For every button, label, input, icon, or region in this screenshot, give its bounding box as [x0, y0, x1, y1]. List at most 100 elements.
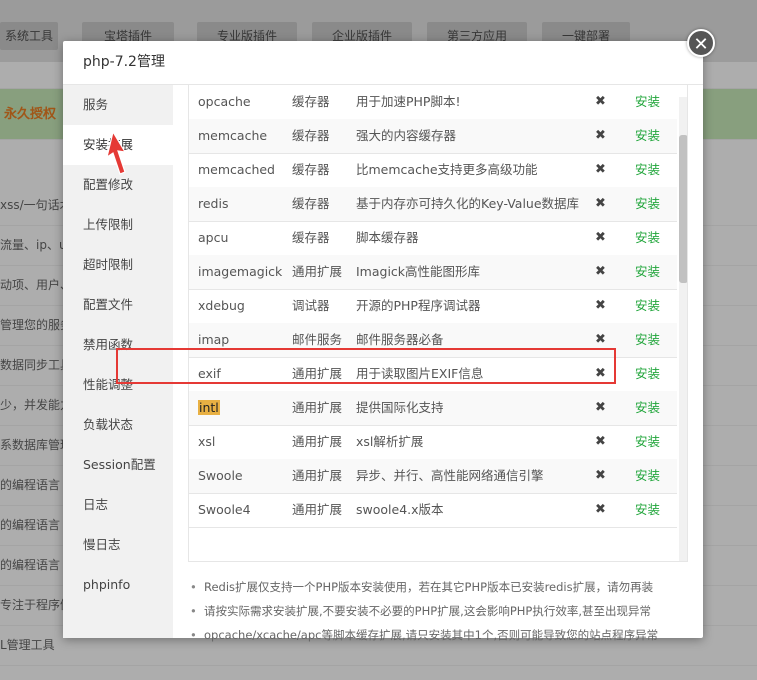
delete-icon[interactable]: ✖: [595, 357, 606, 391]
extension-name: Swoole4: [198, 493, 251, 527]
extension-description: 强大的内容缓存器: [356, 128, 457, 143]
table-row: imagemagick 通用扩展 Imagick高性能图形库 ✖ 安装: [189, 255, 677, 290]
extension-description: 基于内存亦可持久化的Key-Value数据库: [356, 196, 580, 211]
install-button[interactable]: 安装: [635, 425, 660, 459]
extension-type: 通用扩展: [292, 366, 343, 381]
table-scrollbar-thumb[interactable]: [679, 135, 687, 283]
extension-name-text: xdebug: [198, 298, 245, 313]
extension-type: 调试器: [292, 298, 330, 313]
notes-list: Redis扩展仅支持一个PHP版本安装使用，若在其它PHP版本已安装redis扩…: [188, 575, 698, 647]
extension-description: 用于读取图片EXIF信息: [356, 366, 484, 381]
extension-type: 通用扩展: [292, 400, 343, 415]
extension-name: memcache: [198, 119, 267, 153]
note-item: Redis扩展仅支持一个PHP版本安装使用，若在其它PHP版本已安装redis扩…: [188, 575, 698, 599]
sidebar-item[interactable]: 配置文件: [63, 285, 173, 325]
delete-icon[interactable]: ✖: [595, 323, 606, 357]
delete-icon[interactable]: ✖: [595, 153, 606, 187]
dialog-sidebar: 服务 安装扩展 配置修改 上传限制 超时限制 配置文件 禁用函数 性能调整 负载状态 Sessio…: [63, 85, 173, 638]
sidebar-item[interactable]: phpinfo: [63, 565, 173, 605]
delete-icon[interactable]: ✖: [595, 119, 606, 153]
install-button[interactable]: 安装: [635, 493, 660, 527]
table-row: xsl 通用扩展 xsl解析扩展 ✖ 安装: [189, 425, 677, 460]
table-row: intl 通用扩展 提供国际化支持 ✖ 安装: [189, 391, 677, 426]
sidebar-item[interactable]: 配置修改: [63, 165, 173, 205]
delete-icon[interactable]: ✖: [595, 187, 606, 221]
dialog-content: opcache 缓存器 用于加速PHP脚本! ✖ 安装 memcache 缓存器 强大的内容缓…: [173, 85, 703, 647]
delete-icon[interactable]: ✖: [595, 493, 606, 527]
delete-icon[interactable]: ✖: [595, 255, 606, 289]
extension-description: swoole4.x版本: [356, 502, 444, 517]
extension-name: exif: [198, 357, 221, 391]
extension-name: xdebug: [198, 289, 245, 323]
sidebar-item[interactable]: 性能调整: [63, 365, 173, 405]
sidebar-item[interactable]: 禁用函数: [63, 325, 173, 365]
extension-description: 异步、并行、高性能网络通信引擎: [356, 468, 544, 483]
sidebar-item[interactable]: 慢日志: [63, 525, 173, 565]
install-button[interactable]: 安装: [635, 153, 660, 187]
table-row: exif 通用扩展 用于读取图片EXIF信息 ✖ 安装: [189, 357, 677, 392]
extension-name-text: Swoole: [198, 468, 243, 483]
extension-type: 缓存器: [292, 196, 330, 211]
extension-name: memcached: [198, 153, 275, 187]
extension-type: 通用扩展: [292, 468, 343, 483]
extension-name-text: Swoole4: [198, 502, 251, 517]
sidebar-item[interactable]: 超时限制: [63, 245, 173, 285]
install-button[interactable]: 安装: [635, 289, 660, 323]
extension-description: 用于加速PHP脚本!: [356, 94, 461, 109]
extension-name: redis: [198, 187, 228, 221]
delete-icon[interactable]: ✖: [595, 85, 606, 119]
table-row: memcache 缓存器 强大的内容缓存器 ✖ 安装: [189, 119, 677, 154]
extension-name: xsl: [198, 425, 215, 459]
delete-icon[interactable]: ✖: [595, 425, 606, 459]
install-button[interactable]: 安装: [635, 459, 660, 493]
install-button[interactable]: 安装: [635, 85, 660, 119]
sidebar-item[interactable]: Session配置: [63, 445, 173, 485]
note-item: opcache/xcache/apc等脚本缓存扩展,请只安装其中1个,否则可能导…: [188, 623, 698, 647]
sidebar-item[interactable]: 负载状态: [63, 405, 173, 445]
table-row: opcache 缓存器 用于加速PHP脚本! ✖ 安装: [189, 85, 677, 120]
dialog-title: php-7.2管理: [63, 41, 703, 85]
extension-name-text: memcache: [198, 128, 268, 143]
install-button[interactable]: 安装: [635, 187, 660, 221]
delete-icon[interactable]: ✖: [595, 289, 606, 323]
extension-type: 通用扩展: [292, 502, 343, 517]
delete-icon[interactable]: ✖: [595, 221, 606, 255]
install-button[interactable]: 安装: [635, 357, 660, 391]
extension-name: imap: [198, 323, 229, 357]
table-row: xdebug 调试器 开源的PHP程序调试器 ✖ 安装: [189, 289, 677, 324]
install-button[interactable]: 安装: [635, 255, 660, 289]
extension-type: 通用扩展: [292, 434, 343, 449]
extension-name-text: redis: [198, 196, 229, 211]
extension-name: imagemagick: [198, 255, 282, 289]
extension-name-text: exif: [198, 366, 221, 381]
extension-name: apcu: [198, 221, 228, 255]
sidebar-item[interactable]: 安装扩展: [63, 125, 173, 165]
install-button[interactable]: 安装: [635, 119, 660, 153]
sidebar-item[interactable]: 服务: [63, 85, 173, 125]
extension-type: 缓存器: [292, 162, 330, 177]
table-scrollbar[interactable]: [679, 97, 687, 561]
sidebar-item[interactable]: 上传限制: [63, 205, 173, 245]
extension-name-text: imap: [198, 332, 230, 347]
extension-name-text: memcached: [198, 162, 275, 177]
extension-description: 提供国际化支持: [356, 400, 444, 415]
extension-name-text: imagemagick: [198, 264, 283, 279]
extension-type: 缓存器: [292, 230, 330, 245]
php-manager-dialog: php-7.2管理 服务 安装扩展 配置修改 上传限制 超时限制 配置文件 禁用函数 性能调整…: [63, 41, 703, 647]
extension-type: 缓存器: [292, 128, 330, 143]
extension-name: Swoole: [198, 459, 243, 493]
install-button[interactable]: 安装: [635, 391, 660, 425]
extensions-table: opcache 缓存器 用于加速PHP脚本! ✖ 安装 memcache 缓存器 强大的内容缓…: [188, 85, 688, 562]
extension-type: 通用扩展: [292, 264, 343, 279]
extension-description: 邮件服务器必备: [356, 332, 444, 347]
sidebar-item[interactable]: 日志: [63, 485, 173, 525]
install-button[interactable]: 安装: [635, 221, 660, 255]
close-icon[interactable]: ✕: [687, 29, 715, 57]
delete-icon[interactable]: ✖: [595, 391, 606, 425]
note-item: 请按实际需求安装扩展,不要安装不必要的PHP扩展,这会影响PHP执行效率,甚至出…: [188, 599, 698, 623]
extension-name-text: opcache: [198, 94, 251, 109]
table-row: Swoole4 通用扩展 swoole4.x版本 ✖ 安装: [189, 493, 677, 528]
extension-name: intl: [198, 391, 220, 425]
install-button[interactable]: 安装: [635, 323, 660, 357]
delete-icon[interactable]: ✖: [595, 459, 606, 493]
